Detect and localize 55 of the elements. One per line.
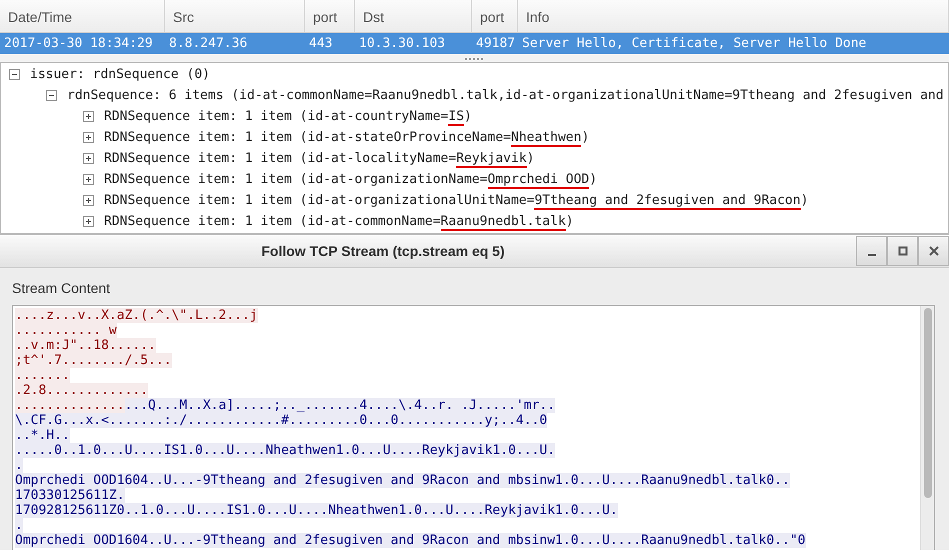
stream-data-text: \.CF.G...x.<.......:./............#.........0...0...........y;..4..0 <box>15 413 548 428</box>
stream-text-area[interactable] <box>12 305 935 550</box>
column-header[interactable]: port <box>305 0 355 32</box>
stream-data-text: 170330125611Z. <box>15 488 125 503</box>
stream-data-text: ..*.H.. <box>15 428 70 443</box>
expand-icon[interactable] <box>83 111 94 122</box>
expand-icon[interactable] <box>83 195 94 206</box>
tree-item-label: RDNSequence item: 1 item (id-at-organizationName=Omprchedi OOD) <box>104 170 598 190</box>
stream-data-text: 170928125611Z0..1.0...U....IS1.0...U....Nheathwen1.0...U....Reykjavik1.0...U. <box>15 503 618 518</box>
expand-icon[interactable] <box>83 216 94 227</box>
tree-item-label: issuer: rdnSequence (0) <box>30 66 210 84</box>
stream-data-text: .2.8............. <box>15 383 148 398</box>
splitter-grip-icon[interactable] <box>464 56 486 60</box>
table-cell-text: 8.8.247.36 <box>168 34 248 53</box>
stream-data-text: Omprchedi OOD1604..U...-9Ttheang and 2fesugiven and 9Racon and mbsinw1.0...U....Raanu9nedbl.talk0.. <box>15 473 790 488</box>
tree-item-label: rdnSequence: 6 items (id-at-commonName=Raanu9nedbl.talk,id-at-organizationalUnitName=9Ttheang and 2fesugiven and <box>67 86 944 105</box>
stream-data-text: ...Q...M..X.a].....;.._.......4....\.4..r. .J.....'mr.. <box>124 398 556 413</box>
table-cell-text: Server Hello, Certificate, Server Hello Done <box>521 34 868 53</box>
close-button[interactable] <box>918 236 949 266</box>
tree-item-label: RDNSequence item: 1 item (id-at-commonName=Raanu9nedbl.talk) <box>104 212 574 232</box>
scrollbar-thumb[interactable] <box>924 308 932 498</box>
table-cell-text: 443 <box>308 34 334 53</box>
maximize-button[interactable] <box>887 236 918 266</box>
stream-data-text: .............. <box>15 398 125 413</box>
table-cell-text: 49187 <box>475 34 516 53</box>
collapse-icon[interactable] <box>9 69 20 80</box>
expand-icon[interactable] <box>83 174 94 185</box>
minimize-icon <box>868 254 876 256</box>
stream-data-text: ....... <box>15 368 70 383</box>
tree-item-label: RDNSequence item: 1 item (id-at-stateOrProvinceName=Nheathwen) <box>104 128 590 148</box>
maximize-icon <box>898 246 908 256</box>
dialog-title: Follow TCP Stream (tcp.stream eq 5) <box>260 242 506 261</box>
tree-item-label: RDNSequence item: 1 item (id-at-localityName=Reykjavik) <box>104 150 534 168</box>
stream-data-text: .....0..1.0...U....IS1.0...U....Nheathwen1.0...U....Reykjavik1.0...U. <box>15 443 556 458</box>
table-cell-text: 2017-03-30 18:34:29 <box>3 34 154 53</box>
stream-data-text: ..v.m:J"..18...... <box>15 338 156 353</box>
close-icon <box>928 246 938 256</box>
stream-data-text: ........... w <box>15 323 117 338</box>
tree-item-label: RDNSequence item: 1 item (id-at-organizationalUnitName=9Ttheang and 2fesugiven and 9Racon) <box>104 192 808 210</box>
stream-data-text: Omprchedi OOD1604..U...-9Ttheang and 2fesugiven and 9Racon and mbsinw1.0...U....Raanu9nedbl.talk0.."0 <box>15 533 806 548</box>
expand-icon[interactable] <box>83 132 94 143</box>
tree-item-label: RDNSequence item: 1 item (id-at-countryName=IS) <box>104 108 472 126</box>
column-header[interactable]: port <box>472 0 518 32</box>
stream-data-text: . <box>15 518 23 533</box>
table-cell-text: 10.3.30.103 <box>358 34 446 53</box>
stream-data-text: . <box>15 458 23 473</box>
column-header[interactable]: Info <box>518 0 949 32</box>
expand-icon[interactable] <box>83 153 94 164</box>
stream-data-text: ....z...v..X.aZ.(.^.\".L..2...j <box>15 308 258 323</box>
column-header[interactable]: Date/Time <box>0 0 165 32</box>
stream-data-text: ;t^'.7......../.5... <box>15 353 172 368</box>
collapse-icon[interactable] <box>46 90 57 101</box>
stream-content-label: Stream Content <box>12 279 112 298</box>
column-header[interactable]: Src <box>165 0 305 32</box>
column-header[interactable]: Dst <box>355 0 472 32</box>
